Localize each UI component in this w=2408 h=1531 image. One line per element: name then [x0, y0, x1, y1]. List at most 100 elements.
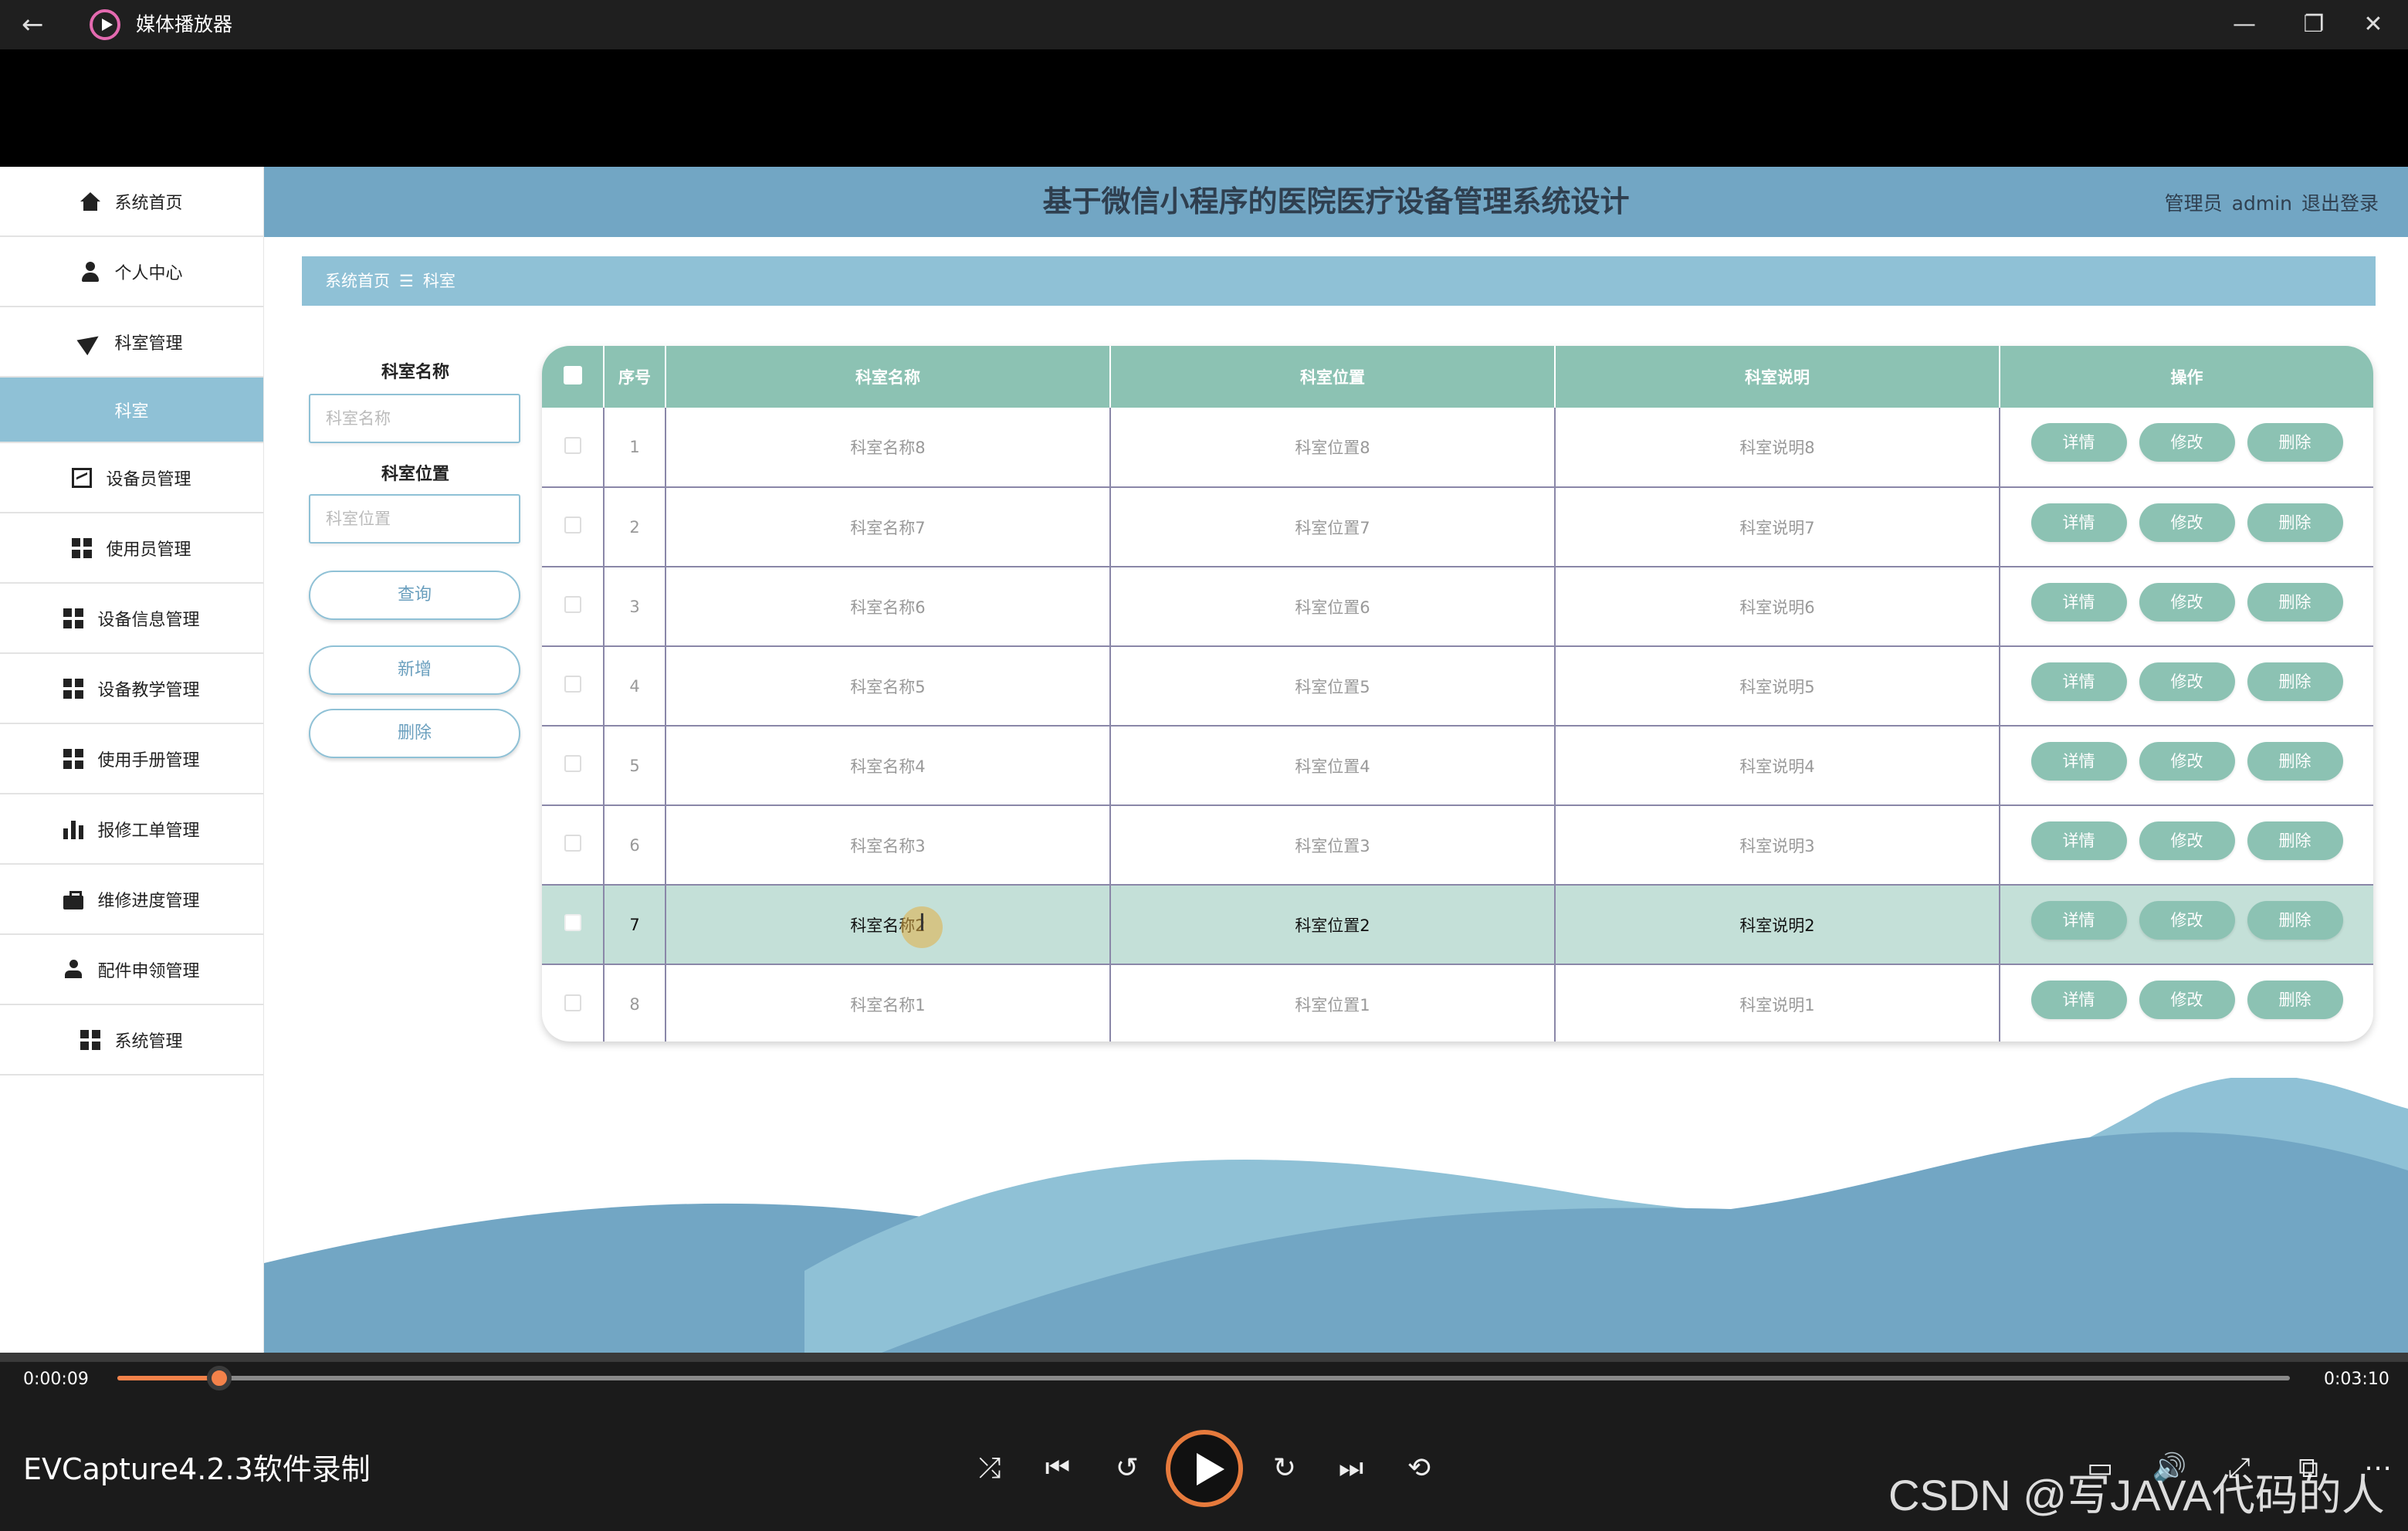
- department-desc-cell: 科室说明2: [1555, 885, 2000, 965]
- location-search-input[interactable]: [309, 494, 520, 544]
- logout-link[interactable]: 退出登录: [2301, 192, 2379, 215]
- delete-button[interactable]: 删除: [2247, 900, 2343, 940]
- row-checkbox[interactable]: [564, 994, 581, 1011]
- edit-button[interactable]: 修改: [2139, 582, 2235, 622]
- row-checkbox[interactable]: [564, 914, 581, 931]
- row-actions-cell: 详情 修改 删除: [2000, 885, 2373, 965]
- detail-button[interactable]: 详情: [2030, 582, 2127, 622]
- minimize-button[interactable]: —: [2225, 8, 2264, 42]
- sidebar-item-label: 科室: [114, 401, 149, 422]
- detail-button[interactable]: 详情: [2030, 981, 2127, 1019]
- sidebar-item-label: 设备教学管理: [97, 680, 200, 700]
- detail-button[interactable]: 详情: [2030, 900, 2127, 940]
- media-player-logo-icon: [90, 9, 120, 40]
- sidebar-item[interactable]: 科室管理: [0, 307, 263, 378]
- briefcase-icon: [63, 890, 84, 909]
- delete-button[interactable]: 删除: [2247, 423, 2343, 462]
- sidebar-item-label: 系统首页: [114, 193, 183, 213]
- edit-button[interactable]: 修改: [2139, 423, 2235, 462]
- select-all-checkbox[interactable]: [563, 365, 582, 384]
- row-actions-cell: 详情 修改 删除: [2000, 408, 2373, 488]
- sidebar-item[interactable]: 个人中心: [0, 237, 263, 307]
- row-checkbox[interactable]: [564, 835, 581, 852]
- sidebar-item[interactable]: 报修工单管理: [0, 794, 263, 865]
- csdn-watermark: CSDN @写JAVA代码的人: [1888, 1471, 2385, 1519]
- seek-bar[interactable]: [117, 1376, 2290, 1380]
- name-search-input[interactable]: [309, 394, 520, 443]
- sidebar-item-label: 设备员管理: [106, 469, 191, 489]
- breadcrumb-home[interactable]: 系统首页: [325, 272, 390, 290]
- delete-button[interactable]: 删除: [2247, 503, 2343, 542]
- sidebar-item[interactable]: 使用手册管理: [0, 724, 263, 794]
- row-checkbox[interactable]: [564, 517, 581, 533]
- seek-thumb[interactable]: [207, 1366, 232, 1390]
- edit-button[interactable]: 修改: [2139, 662, 2235, 701]
- sidebar-item[interactable]: 科室: [0, 378, 263, 443]
- sidebar-item[interactable]: 设备教学管理: [0, 654, 263, 724]
- delete-button[interactable]: 删除: [2247, 582, 2343, 622]
- back-arrow-icon[interactable]: ←: [22, 11, 52, 39]
- detail-button[interactable]: 详情: [2030, 503, 2127, 542]
- batch-delete-button[interactable]: 删除: [309, 709, 520, 758]
- close-button[interactable]: ✕: [2354, 8, 2393, 42]
- detail-button[interactable]: 详情: [2030, 821, 2127, 860]
- sidebar-item-label: 使用员管理: [106, 540, 191, 560]
- department-name-cell: 科室名称7: [666, 487, 1111, 567]
- table-row: 5 科室名称4 科室位置4 科室说明4 详情 修改 删除: [542, 726, 2373, 806]
- delete-button[interactable]: 删除: [2247, 821, 2343, 860]
- table-row: 2 科室名称7 科室位置7 科室说明7 详情 修改 删除: [542, 487, 2373, 567]
- chart-icon: [72, 467, 93, 488]
- home-icon: [80, 191, 101, 211]
- delete-button[interactable]: 删除: [2247, 741, 2343, 781]
- sidebar-item-label: 配件申领管理: [97, 961, 200, 981]
- sidebar-item[interactable]: 配件申领管理: [0, 935, 263, 1005]
- total-time: 0:03:10: [2324, 1370, 2389, 1389]
- edit-button[interactable]: 修改: [2139, 900, 2235, 940]
- sidebar-item[interactable]: 设备信息管理: [0, 584, 263, 654]
- delete-button[interactable]: 删除: [2247, 981, 2343, 1019]
- detail-button[interactable]: 详情: [2030, 741, 2127, 781]
- table-row: 3 科室名称6 科室位置6 科室说明6 详情 修改 删除: [542, 567, 2373, 647]
- department-desc-cell: 科室说明8: [1555, 408, 2000, 488]
- detail-button[interactable]: 详情: [2030, 423, 2127, 462]
- repeat-off-icon[interactable]: ⟲: [1396, 1445, 1442, 1492]
- rewind-10-icon[interactable]: ↺: [1104, 1445, 1150, 1492]
- row-actions-cell: 详情 修改 删除: [2000, 805, 2373, 886]
- query-button[interactable]: 查询: [309, 571, 520, 620]
- sidebar-item[interactable]: 维修进度管理: [0, 865, 263, 935]
- sidebar-item[interactable]: 系统首页: [0, 167, 263, 237]
- add-button[interactable]: 新增: [309, 645, 520, 695]
- name-label: 科室名称: [381, 363, 449, 382]
- next-icon[interactable]: ⏭: [1328, 1445, 1374, 1492]
- row-checkbox[interactable]: [564, 676, 581, 693]
- shuffle-icon[interactable]: ⤮: [967, 1445, 1013, 1492]
- department-desc-cell: 科室说明4: [1555, 726, 2000, 806]
- window-title: 媒体播放器: [136, 13, 233, 36]
- row-checkbox[interactable]: [564, 436, 581, 454]
- breadcrumb-current: 科室: [422, 272, 456, 290]
- row-actions-cell: 详情 修改 删除: [2000, 646, 2373, 727]
- department-table: 序号 科室名称 科室位置 科室说明 操作 1 科室名称8 科室位置8 科室说明8 详情修…: [542, 346, 2373, 1042]
- forward-30-icon[interactable]: ↻: [1262, 1445, 1308, 1492]
- delete-button[interactable]: 删除: [2247, 662, 2343, 701]
- sidebar-item[interactable]: 系统管理: [0, 1005, 263, 1075]
- row-checkbox[interactable]: [564, 596, 581, 613]
- edit-button[interactable]: 修改: [2139, 741, 2235, 781]
- seek-bar-progress: [117, 1376, 220, 1380]
- detail-button[interactable]: 详情: [2030, 662, 2127, 701]
- row-index: 5: [604, 726, 666, 806]
- row-checkbox[interactable]: [564, 755, 581, 772]
- sidebar-item[interactable]: 使用员管理: [0, 513, 263, 584]
- maximize-button[interactable]: ❐: [2295, 8, 2333, 42]
- user-info: 管理员 admin 退出登录: [2156, 188, 2379, 216]
- department-name-cell: 科室名称6: [666, 567, 1111, 647]
- sidebar-item[interactable]: 设备员管理: [0, 443, 263, 513]
- play-button[interactable]: [1166, 1430, 1243, 1507]
- edit-button[interactable]: 修改: [2139, 821, 2235, 860]
- user-icon: [80, 261, 100, 282]
- edit-button[interactable]: 修改: [2139, 503, 2235, 542]
- edit-button[interactable]: 修改: [2139, 981, 2235, 1019]
- column-header: 科室说明: [1555, 346, 2000, 408]
- previous-icon[interactable]: ⏮: [1035, 1445, 1081, 1492]
- media-player-controls: 0:00:09 0:03:10 EVCapture4.2.3软件录制 ⤮ ⏮ ↺…: [0, 1353, 2408, 1531]
